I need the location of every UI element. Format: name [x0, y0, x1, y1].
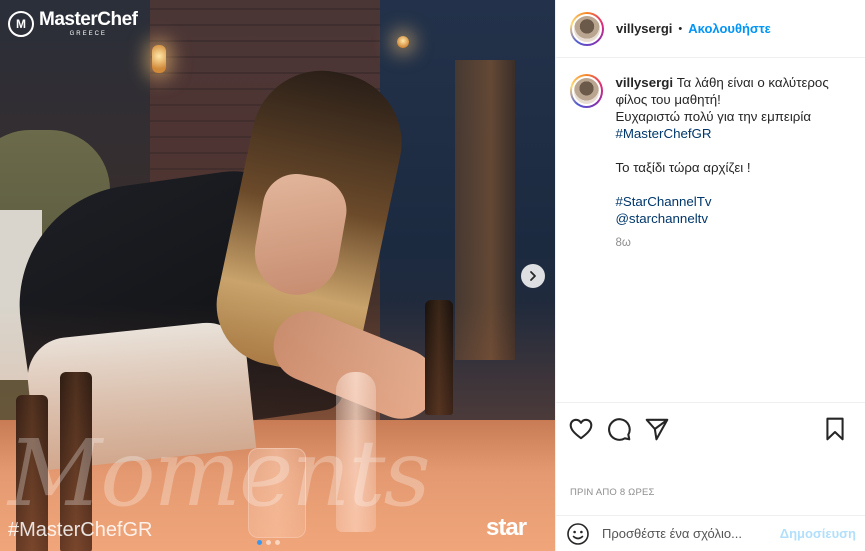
- bookmark-icon[interactable]: [822, 416, 848, 442]
- moments-watermark: Moments: [8, 420, 431, 527]
- post-caption: villysergi Τα λάθη είναι ο καλύτερος φίλ…: [615, 74, 851, 402]
- share-icon[interactable]: [644, 416, 670, 442]
- separator-bullet: •: [678, 22, 683, 35]
- carousel-dot: [266, 540, 271, 545]
- carousel-dot: [257, 540, 262, 545]
- post-media[interactable]: M MasterChef GREECE Moments #MasterChefG…: [0, 0, 555, 551]
- emoji-icon[interactable]: [566, 522, 590, 546]
- post-sidebar: villysergi • Ακολουθήστε villysergi Τα λ…: [555, 0, 865, 551]
- caption-age: 8ω: [615, 237, 631, 249]
- caption-line: Ευχαριστώ πολύ για την εμπειρία: [615, 109, 812, 124]
- masterchef-logo: M MasterChef GREECE: [8, 9, 138, 37]
- masterchef-logo-sub: GREECE: [69, 31, 107, 37]
- caption-line: Το ταξίδι τώρα αρχίζει !: [615, 160, 751, 175]
- follow-button[interactable]: Ακολουθήστε: [688, 21, 771, 36]
- caption-area: villysergi Τα λάθη είναι ο καλύτερος φίλ…: [556, 58, 865, 402]
- carousel-next-button[interactable]: [521, 264, 545, 288]
- avatar[interactable]: [570, 74, 604, 108]
- star-channel-logo: star: [486, 514, 527, 541]
- carousel-dot: [275, 540, 280, 545]
- action-bar: [556, 402, 865, 454]
- avatar[interactable]: [570, 11, 604, 46]
- author-username[interactable]: villysergi: [616, 21, 672, 36]
- masterchef-badge: M: [8, 10, 34, 37]
- caption-mention[interactable]: @starchanneltv: [615, 210, 851, 227]
- post-header: villysergi • Ακολουθήστε: [556, 0, 865, 58]
- masterchef-logo-name: MasterChef: [39, 9, 138, 30]
- caption-hashtag[interactable]: #MasterChefGR: [615, 125, 851, 142]
- chevron-right-icon: [530, 271, 536, 281]
- carousel-indicator: [257, 540, 280, 545]
- post-comment-button[interactable]: Δημοσίευση: [780, 526, 856, 541]
- comment-bar: Δημοσίευση: [556, 515, 865, 551]
- post-date[interactable]: ΠΡΙΝ ΑΠΟ 8 ΩΡΕΣ: [570, 487, 655, 498]
- caption-username[interactable]: villysergi: [615, 75, 673, 90]
- comment-icon[interactable]: [606, 416, 632, 442]
- media-hashtag-overlay: #MasterChefGR: [8, 519, 153, 541]
- comment-input[interactable]: [602, 526, 780, 541]
- caption-hashtag[interactable]: #StarChannelTv: [615, 193, 851, 210]
- heart-icon[interactable]: [568, 416, 594, 442]
